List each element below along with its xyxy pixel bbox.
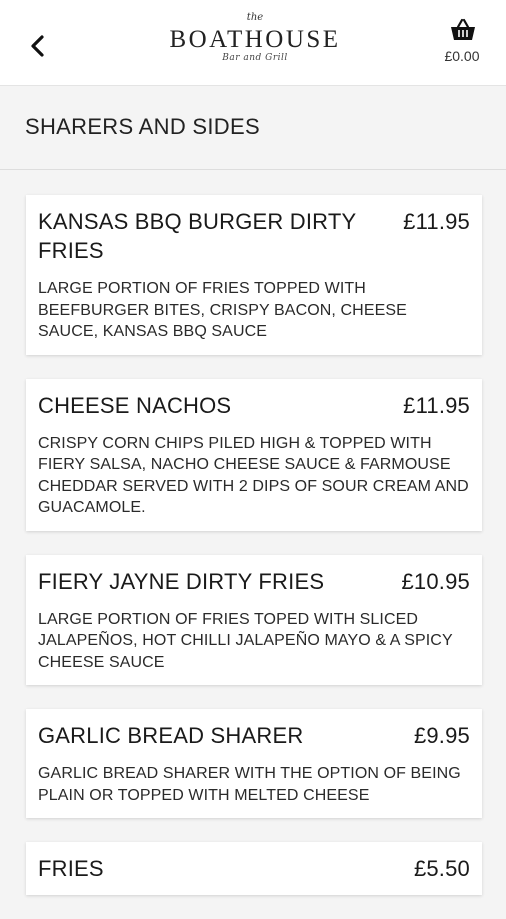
menu-item-description: LARGE PORTION OF FRIES TOPPED WITH BEEFB… (38, 280, 407, 340)
menu-item-description: GARLIC BREAD SHARER WITH THE OPTION OF B… (38, 765, 461, 804)
back-button[interactable] (20, 28, 56, 64)
boathouse-logo[interactable]: the BOATHOUSE Bar and Grill (160, 12, 350, 72)
logo-the-text: the (246, 12, 264, 23)
menu-item-price: £9.95 (413, 723, 470, 748)
section-title: SHARERS AND SIDES (25, 114, 260, 139)
menu-item-price: £11.95 (403, 392, 470, 418)
menu-item-price: £10.95 (401, 568, 470, 594)
menu-item-name: CHEESE NACHOS (38, 392, 232, 418)
menu-item-list: KANSAS BBQ BURGER DIRTY FRIES £11.95 LAR… (26, 195, 482, 919)
menu-item-name: KANSAS BBQ BURGER DIRTY FRIES (38, 209, 356, 263)
menu-item-name: GARLIC BREAD SHARER (38, 723, 304, 748)
chevron-left-icon (31, 35, 44, 57)
menu-item-card[interactable]: GARLIC BREAD SHARER £9.95 GARLIC BREAD S… (26, 709, 482, 818)
menu-item-description: CRISPY CORN CHIPS PILED HIGH & TOPPED WI… (38, 434, 469, 517)
menu-item-name: FIERY JAYNE DIRTY FRIES (38, 568, 325, 594)
logo-subtitle-text: Bar and Grill (222, 53, 288, 63)
basket-total: £0.00 (444, 48, 480, 64)
menu-item-card[interactable]: FIERY JAYNE DIRTY FRIES £10.95 LARGE POR… (26, 554, 482, 685)
menu-item-card[interactable]: FRIES £5.50 (26, 842, 482, 895)
logo-name-text: BOATHOUSE (169, 26, 341, 53)
menu-item-card[interactable]: CHEESE NACHOS £11.95 CRISPY CORN CHIPS P… (26, 378, 482, 531)
menu-item-description: LARGE PORTION OF FRIES TOPED WITH SLICED… (38, 610, 453, 671)
menu-item-price: £5.50 (413, 856, 470, 881)
menu-item-name: FRIES (38, 856, 104, 881)
app-header: the BOATHOUSE Bar and Grill £0.00 (0, 0, 506, 86)
basket-icon (451, 18, 475, 40)
menu-item-price: £11.95 (403, 209, 470, 234)
section-header: SHARERS AND SIDES (0, 86, 506, 170)
basket-button[interactable]: £0.00 (432, 16, 492, 70)
menu-item-card[interactable]: KANSAS BBQ BURGER DIRTY FRIES £11.95 LAR… (26, 195, 482, 355)
